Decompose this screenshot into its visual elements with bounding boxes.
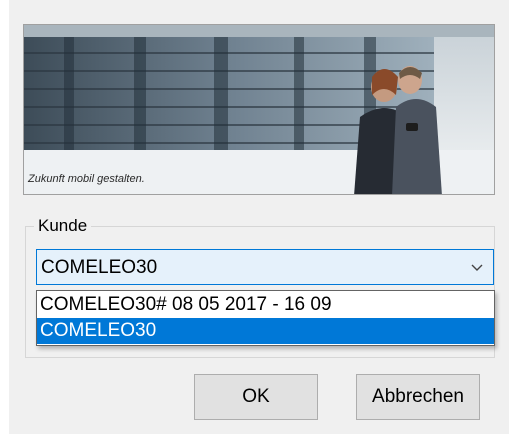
dropdown-option[interactable]: COMELEO30# 08 05 2017 - 16 09 — [37, 292, 494, 318]
banner-image: Zukunft mobil gestalten. — [23, 24, 495, 195]
chevron-down-icon[interactable] — [470, 260, 484, 274]
ok-button[interactable]: OK — [194, 374, 318, 420]
customer-group-label: Kunde — [34, 216, 92, 236]
dialog-window: Zukunft mobil gestalten. Kunde COMELEO30… — [9, 0, 509, 434]
customer-dropdown-list: COMELEO30# 08 05 2017 - 16 09 COMELEO30 — [36, 290, 495, 346]
banner-caption: Zukunft mobil gestalten. — [28, 173, 145, 185]
customer-combobox[interactable]: COMELEO30 — [36, 249, 494, 285]
combo-selected-value: COMELEO30 — [41, 257, 158, 278]
cancel-button[interactable]: Abbrechen — [356, 374, 480, 420]
banner-photo — [24, 25, 494, 194]
dropdown-option-highlighted[interactable]: COMELEO30 — [37, 318, 494, 344]
